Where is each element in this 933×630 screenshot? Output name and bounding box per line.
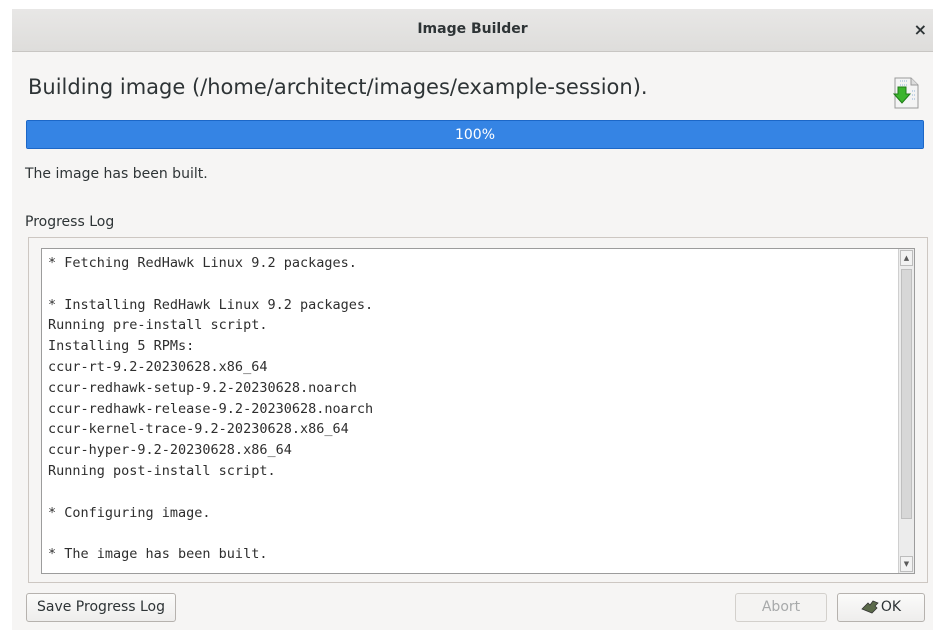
build-status-heading: Building image (/home/architect/images/e…: [28, 75, 648, 99]
ok-label: OK: [880, 599, 902, 615]
progress-bar: 100%: [26, 120, 924, 149]
window-title: Image Builder: [417, 21, 528, 37]
scrollbar-thumb[interactable]: [901, 269, 912, 519]
progress-label: 100%: [454, 127, 496, 143]
scroll-down-icon[interactable]: ▼: [900, 556, 913, 572]
status-text: The image has been built.: [25, 166, 208, 182]
scroll-up-icon[interactable]: ▲: [900, 250, 913, 266]
log-scrollbar[interactable]: ▲ ▼: [898, 249, 914, 573]
title-bar[interactable]: Image Builder ×: [12, 9, 933, 52]
close-icon[interactable]: ×: [914, 20, 927, 39]
image-builder-window: Image Builder × Building image (/home/ar…: [12, 9, 933, 630]
save-progress-log-button[interactable]: Save Progress Log: [26, 593, 176, 622]
download-document-icon: [892, 77, 919, 109]
ok-hand-icon: [861, 600, 879, 614]
progress-log-frame: * Fetching RedHawk Linux 9.2 packages. *…: [28, 237, 928, 583]
abort-button[interactable]: Abort: [735, 593, 827, 622]
ok-button[interactable]: OK: [837, 593, 925, 622]
progress-log-text[interactable]: * Fetching RedHawk Linux 9.2 packages. *…: [41, 248, 915, 574]
log-lines: * Fetching RedHawk Linux 9.2 packages. *…: [48, 255, 374, 563]
progress-log-label: Progress Log: [25, 214, 115, 230]
